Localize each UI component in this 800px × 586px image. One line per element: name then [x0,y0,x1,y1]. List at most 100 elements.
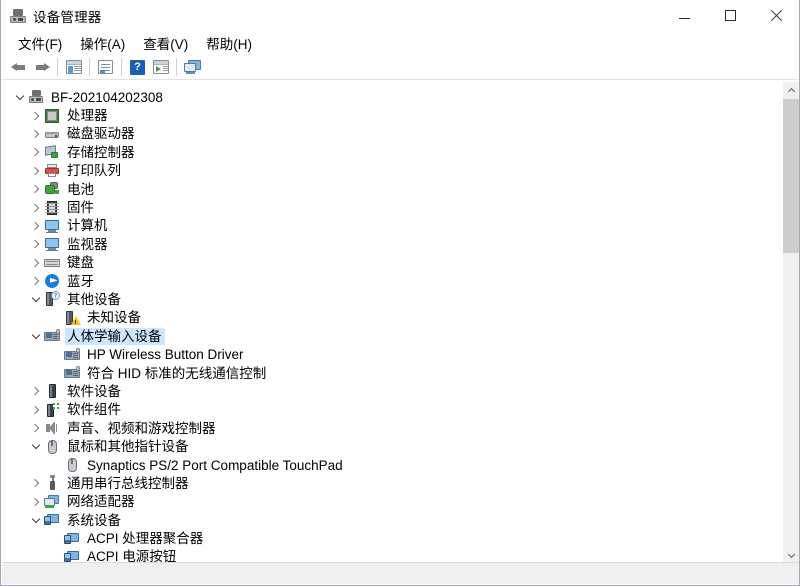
chevron-right-icon[interactable] [28,402,44,418]
chevron-right-icon[interactable] [28,163,44,179]
back-button[interactable] [7,56,30,78]
chevron-right-icon[interactable] [28,236,44,252]
chevron-right-icon[interactable] [28,383,44,399]
hid-icon [44,328,60,344]
scan-hardware-button[interactable] [181,56,204,78]
tree-item-usb-controllers[interactable]: 通用串行总线控制器 [2,474,772,492]
other-device-icon: ? [44,291,60,307]
chevron-down-icon[interactable] [28,328,44,344]
menu-view[interactable]: 查看(V) [134,31,197,56]
close-icon [770,10,782,22]
system-device-icon [44,512,60,528]
tree-item-processors[interactable]: 处理器 [2,106,772,124]
chevron-right-icon[interactable] [28,108,44,124]
tree-item-software-components[interactable]: 软件组件 [2,401,772,419]
properties-button[interactable] [94,56,117,78]
forward-button[interactable] [30,56,53,78]
tree-item-sound-video-game-controllers[interactable]: 声音、视频和游戏控制器 [2,419,772,437]
chevron-up-icon [787,87,796,96]
tree-item-batteries[interactable]: 电池 [2,180,772,198]
tree-item-label: 软件设备 [67,383,121,399]
tree-item-acpi-processor-aggregator[interactable]: ACPI 处理器聚合器 [2,529,772,547]
scroll-up-button[interactable] [783,82,799,99]
update-driver-icon [152,60,169,74]
tree-item-monitors[interactable]: 监视器 [2,235,772,253]
chevron-down-icon[interactable] [12,89,28,105]
chevron-right-icon[interactable] [28,494,44,510]
tree-item-label: 软件组件 [67,402,121,418]
chevron-down-icon[interactable] [28,512,44,528]
system-device-icon [64,531,80,547]
tree-item-computer[interactable]: 计算机 [2,217,772,235]
arrow-left-icon [10,61,27,74]
maximize-button[interactable] [707,0,753,31]
chevron-right-icon[interactable] [28,144,44,160]
tree-item-label: 键盘 [67,255,94,271]
tree-item-keyboards[interactable]: 键盘 [2,254,772,272]
chevron-right-icon[interactable] [28,255,44,271]
tree-item-hid-devices[interactable]: 人体学输入设备 [2,327,772,345]
tree-item-hp-wireless-button-driver[interactable]: HP Wireless Button Driver [2,345,772,363]
software-component-icon [44,401,60,418]
tree-item-firmware[interactable]: 固件 [2,198,772,216]
close-button[interactable] [753,0,799,31]
title-bar: 设备管理器 [1,0,799,32]
toolbar: ? [1,55,799,80]
tree-item-label: 监视器 [67,236,108,252]
chevron-right-icon[interactable] [28,181,44,197]
tree-item-label: 其他设备 [67,291,121,307]
tree-root-node[interactable]: BF-202104202308 [2,88,772,106]
menu-file[interactable]: 文件(F) [9,31,71,56]
maximize-icon [724,10,736,21]
tree-item-unknown-device[interactable]: 未知设备 [2,309,772,327]
help-button[interactable]: ? [126,56,149,78]
properties-icon [98,60,113,74]
tree-item-mice-and-pointing-devices[interactable]: 鼠标和其他指针设备 [2,437,772,455]
hid-icon [64,365,80,381]
tree-item-disk-drives[interactable]: 磁盘驱动器 [2,125,772,143]
keyboard-icon [44,255,60,271]
minimize-icon [678,18,690,19]
tree-item-print-queues[interactable]: 打印队列 [2,162,772,180]
software-device-icon [44,383,60,399]
device-tree[interactable]: BF-202104202308 处理器 磁盘驱动器 存储控制器 打印队列 电池 … [2,82,772,564]
toolbar-separator [89,58,90,76]
chevron-down-icon[interactable] [28,439,44,455]
mouse-icon [64,457,80,473]
tree-item-label: 符合 HID 标准的无线通信控制 [87,365,267,381]
tree-item-label: 处理器 [67,108,108,124]
tree-item-other-devices[interactable]: ? 其他设备 [2,290,772,308]
tree-item-software-devices[interactable]: 软件设备 [2,382,772,400]
minimize-button[interactable] [661,0,707,31]
mouse-icon [44,439,60,455]
tree-item-hid-wireless-radio-control[interactable]: 符合 HID 标准的无线通信控制 [2,364,772,382]
window-pane-icon [65,60,82,74]
tree-item-storage-controllers[interactable]: 存储控制器 [2,143,772,161]
chevron-right-icon[interactable] [28,200,44,216]
chevron-right-icon[interactable] [28,420,44,436]
device-manager-icon [10,8,26,24]
tree-item-network-adapters[interactable]: 网络适配器 [2,493,772,511]
tree-item-bluetooth[interactable]: ► 蓝牙 [2,272,772,290]
update-driver-button[interactable] [149,56,172,78]
tree-item-synaptics-touchpad[interactable]: Synaptics PS/2 Port Compatible TouchPad [2,456,772,474]
tree-item-label: 人体学输入设备 [65,327,165,345]
chevron-right-icon[interactable] [28,273,44,289]
menu-action[interactable]: 操作(A) [71,31,134,56]
monitor-icon [44,236,60,252]
computer-root-icon [28,89,44,105]
menu-help[interactable]: 帮助(H) [197,31,261,56]
chevron-right-icon[interactable] [28,475,44,491]
tree-item-label: Synaptics PS/2 Port Compatible TouchPad [87,457,343,473]
firmware-icon [44,200,60,216]
chevron-right-icon[interactable] [28,126,44,142]
chevron-down-icon[interactable] [28,291,44,307]
tree-item-label: 磁盘驱动器 [67,126,135,142]
show-hide-tree-button[interactable] [62,56,85,78]
tree-item-label: 声音、视频和游戏控制器 [67,420,216,436]
vertical-scrollbar[interactable] [782,82,799,564]
chevron-right-icon[interactable] [28,218,44,234]
chevron-down-icon [787,550,796,559]
tree-item-system-devices[interactable]: 系统设备 [2,511,772,529]
vertical-scroll-thumb[interactable] [783,99,799,253]
